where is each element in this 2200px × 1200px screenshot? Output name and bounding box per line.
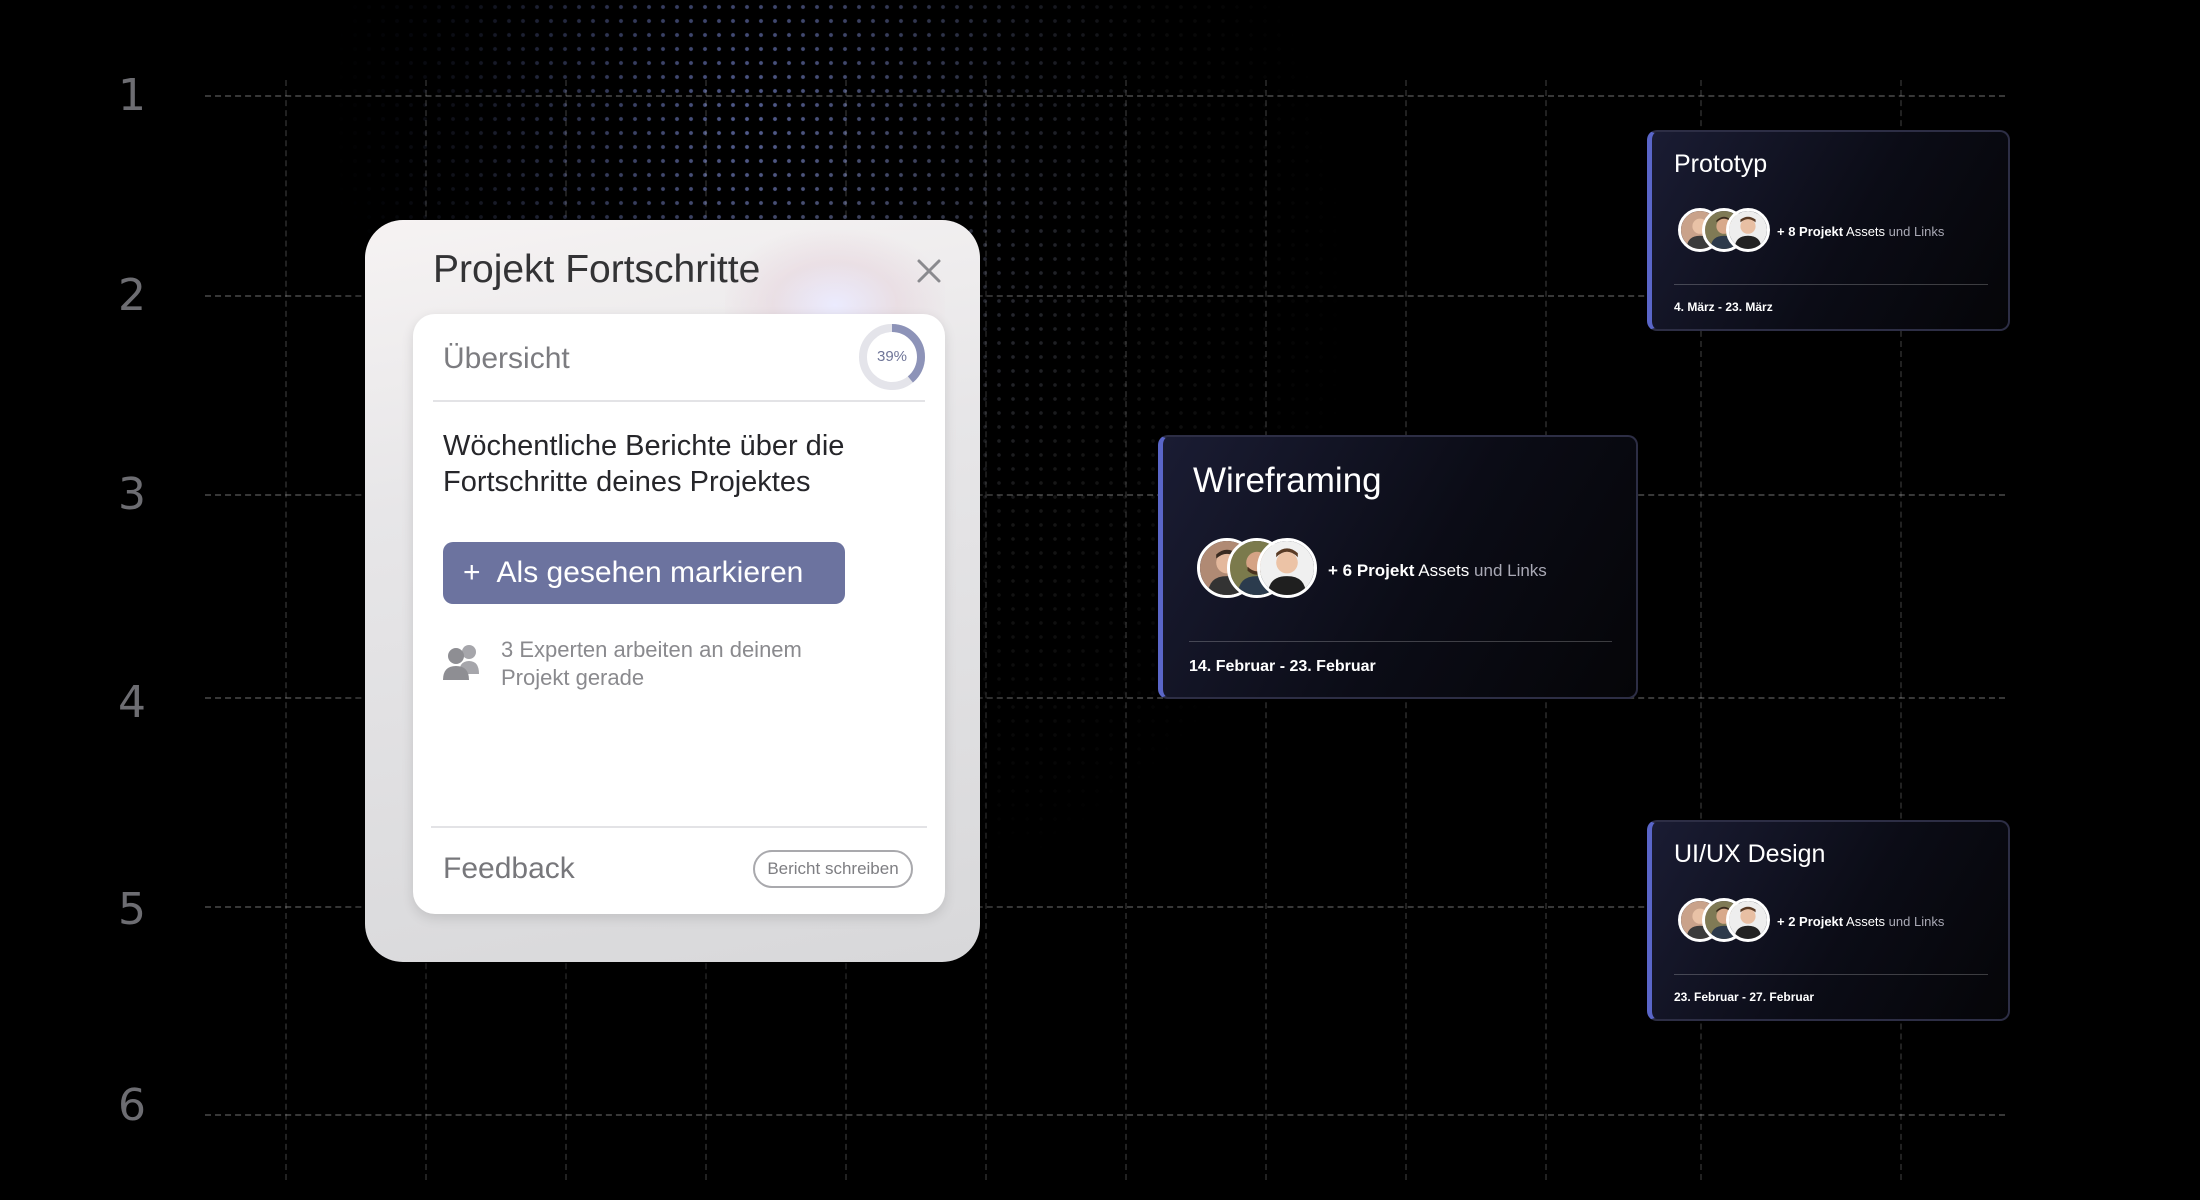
avatar-group bbox=[1678, 208, 1770, 252]
card-uiux-design[interactable]: UI/UX Design + 2 Projekt Assets und Link… bbox=[1647, 820, 2010, 1021]
assets-label: Assets bbox=[1418, 561, 1470, 580]
card-divider bbox=[1189, 641, 1612, 642]
avatar bbox=[1726, 898, 1770, 942]
users-icon bbox=[441, 642, 483, 682]
mark-as-seen-button[interactable]: + Als gesehen markieren bbox=[443, 542, 845, 604]
feedback-label: Feedback bbox=[443, 852, 575, 885]
grid-row-line bbox=[205, 95, 2005, 97]
progress-percent: 39% bbox=[876, 348, 908, 365]
progress-panel: Projekt Fortschritte Übersicht 39% Wöche… bbox=[365, 220, 980, 962]
avatar bbox=[1257, 538, 1317, 598]
mark-as-seen-label: Als gesehen markieren bbox=[496, 556, 804, 589]
card-date: 23. Februar - 27. Februar bbox=[1674, 990, 1815, 1004]
assets-count: + 8 Projekt bbox=[1777, 224, 1844, 239]
progress-ring: 39% bbox=[857, 322, 927, 392]
row-number: 2 bbox=[118, 270, 146, 321]
description-text: Wöchentliche Berichte über die Fortschri… bbox=[443, 430, 845, 498]
row-number: 3 bbox=[118, 469, 146, 520]
divider bbox=[431, 826, 927, 828]
assets-links-label: und Links bbox=[1888, 914, 1945, 929]
card-assets-text: + 2 Projekt Assets und Links bbox=[1777, 914, 1944, 929]
tab-overview[interactable]: Übersicht bbox=[443, 342, 570, 376]
card-divider bbox=[1674, 284, 1988, 285]
card-title: Prototyp bbox=[1674, 150, 1768, 178]
card-date: 4. März - 23. März bbox=[1674, 300, 1773, 314]
avatar bbox=[1726, 208, 1770, 252]
avatar-group bbox=[1678, 898, 1770, 942]
card-prototyp[interactable]: Prototyp + 8 Projekt Assets und Links 4.… bbox=[1647, 130, 2010, 331]
row-number: 4 bbox=[118, 677, 146, 728]
row-number: 1 bbox=[118, 70, 146, 121]
card-wireframing[interactable]: Wireframing + 6 Projekt Assets und Links… bbox=[1158, 435, 1638, 699]
grid-column-line bbox=[285, 80, 287, 1180]
grid-column-line bbox=[1125, 80, 1127, 1180]
card-date: 14. Februar - 23. Februar bbox=[1189, 658, 1376, 675]
assets-label: Assets bbox=[1846, 224, 1886, 239]
close-icon[interactable] bbox=[914, 256, 944, 286]
assets-label: Assets bbox=[1846, 914, 1886, 929]
row-number: 6 bbox=[118, 1080, 146, 1131]
divider bbox=[433, 400, 925, 402]
card-title: UI/UX Design bbox=[1674, 840, 1826, 868]
avatar-group bbox=[1197, 538, 1317, 598]
grid-row-line bbox=[205, 1114, 2005, 1116]
experts-status-text: 3 Experten arbeiten an deinem Projekt ge… bbox=[501, 637, 802, 690]
plus-icon: + bbox=[463, 556, 481, 589]
grid-column-line bbox=[985, 80, 987, 1180]
assets-count: + 2 Projekt bbox=[1777, 914, 1844, 929]
panel-title: Projekt Fortschritte bbox=[433, 248, 761, 291]
row-number: 5 bbox=[118, 884, 146, 935]
card-assets-text: + 6 Projekt Assets und Links bbox=[1328, 561, 1547, 581]
write-report-button[interactable]: Bericht schreiben bbox=[753, 850, 913, 888]
assets-count: + 6 Projekt bbox=[1328, 561, 1415, 580]
assets-links-label: und Links bbox=[1888, 224, 1945, 239]
panel-card: Übersicht 39% Wöchentliche Berichte über… bbox=[413, 314, 945, 914]
card-assets-text: + 8 Projekt Assets und Links bbox=[1777, 224, 1944, 239]
card-divider bbox=[1674, 974, 1988, 975]
card-title: Wireframing bbox=[1193, 461, 1382, 500]
assets-links-label: und Links bbox=[1474, 561, 1547, 580]
